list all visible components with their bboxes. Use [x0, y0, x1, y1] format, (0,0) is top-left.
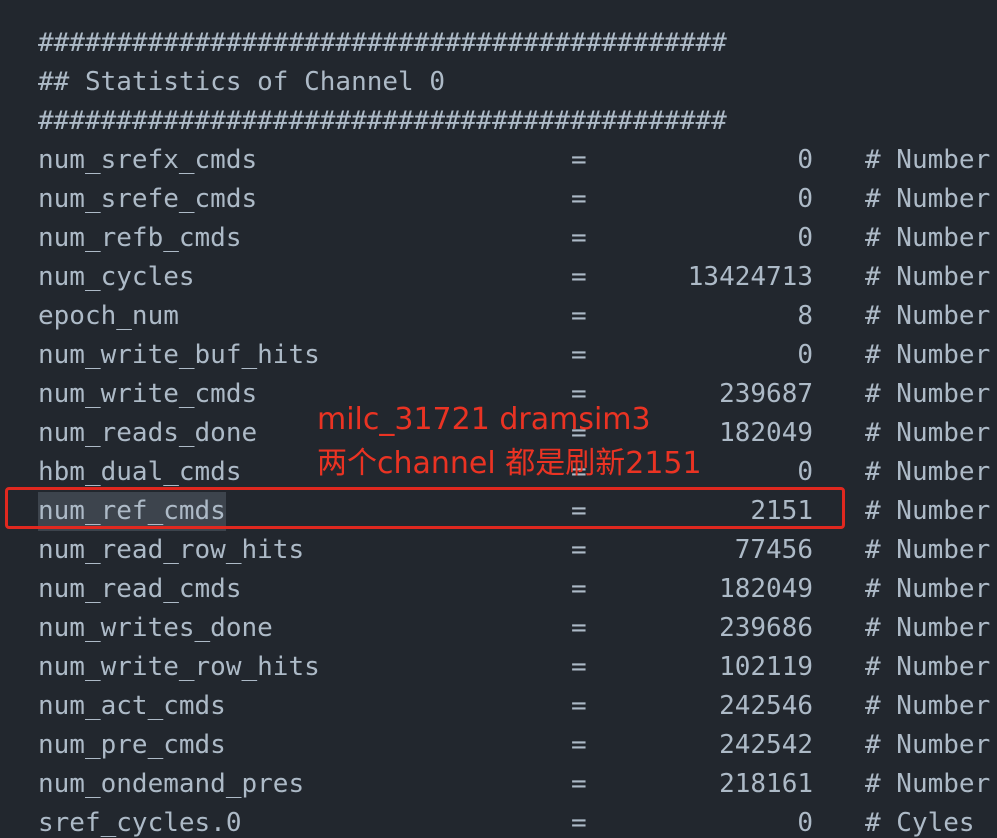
stat-comment: # Number [865, 613, 991, 643]
stat-value: 0 [797, 184, 813, 214]
stat-comment: # Number [865, 184, 991, 214]
stat-row: num_refb_cmds = 0 # Number [0, 219, 997, 258]
stat-row: num_srefx_cmds = 0 # Number [0, 141, 997, 180]
stat-equals: = [571, 613, 587, 643]
stat-equals: = [571, 145, 587, 175]
header-rule-bottom: ########################################… [38, 106, 727, 136]
stat-name: num_cycles [38, 262, 195, 292]
stat-value: 0 [797, 145, 813, 175]
stat-name: num_srefe_cmds [38, 184, 258, 214]
stat-comment: # Number [865, 769, 991, 799]
header-rule-top: ########################################… [38, 28, 727, 58]
stat-row: num_read_cmds = 182049 # Number [0, 570, 997, 609]
stat-name: sref_cycles.0 [38, 808, 242, 838]
stat-equals: = [571, 808, 587, 838]
stat-value: 239687 [719, 379, 813, 409]
stat-equals: = [571, 691, 587, 721]
stat-name: num_refb_cmds [38, 223, 242, 253]
stat-comment: # Number [865, 340, 991, 370]
stat-comment: # Number [865, 379, 991, 409]
stat-name: num_srefx_cmds [38, 145, 258, 175]
stat-value: 8 [797, 301, 813, 331]
stat-comment: # Number [865, 301, 991, 331]
stat-comment: # Number [865, 262, 991, 292]
stat-comment: # Number [865, 496, 991, 526]
stat-value: 13424713 [687, 262, 813, 292]
stat-row: num_writes_done = 239686 # Number [0, 609, 997, 648]
stat-value: 218161 [719, 769, 813, 799]
stat-value: 102119 [719, 652, 813, 682]
stat-comment: # Number [865, 145, 991, 175]
stat-name: num_write_buf_hits [38, 340, 320, 370]
stat-name: num_writes_done [38, 613, 273, 643]
stat-row: num_cycles = 13424713 # Number [0, 258, 997, 297]
stat-name: num_pre_cmds [38, 730, 226, 760]
stat-equals: = [571, 184, 587, 214]
stat-equals: = [571, 769, 587, 799]
stat-name: num_write_cmds [38, 379, 258, 409]
stat-value: 182049 [719, 574, 813, 604]
annotation-line-1: milc_31721 dramsim3 [317, 402, 651, 437]
terminal-output: ########################################… [0, 0, 997, 838]
stat-row: num_ref_cmds = 2151 # Number [0, 492, 997, 531]
annotation-line-2: 两个channel 都是刷新2151 [317, 446, 702, 481]
header-title: ## Statistics of Channel 0 [38, 67, 445, 97]
stat-name: num_read_row_hits [38, 535, 305, 565]
stat-row: num_read_row_hits = 77456 # Number [0, 531, 997, 570]
stat-equals: = [571, 535, 587, 565]
stat-comment: # Number [865, 652, 991, 682]
stat-comment: # Number [865, 691, 991, 721]
stat-name: num_reads_done [38, 418, 258, 448]
stat-value: 77456 [734, 535, 813, 565]
stat-equals: = [571, 652, 587, 682]
stat-equals: = [571, 262, 587, 292]
stat-value: 2151 [750, 496, 813, 526]
stat-row: num_ondemand_pres = 218161 # Number [0, 765, 997, 804]
stat-equals: = [571, 496, 587, 526]
stat-row: num_write_row_hits = 102119 # Number [0, 648, 997, 687]
stat-name: num_ondemand_pres [38, 769, 305, 799]
stat-comment: # Number [865, 535, 991, 565]
stat-value: 0 [797, 223, 813, 253]
stat-value: 239686 [719, 613, 813, 643]
stat-value: 182049 [719, 418, 813, 448]
stat-comment: # Cyles [865, 808, 975, 838]
stat-value: 242546 [719, 691, 813, 721]
stat-equals: = [571, 301, 587, 331]
stat-equals: = [571, 223, 587, 253]
stat-comment: # Number [865, 223, 991, 253]
stat-comment: # Number [865, 457, 991, 487]
stat-value: 0 [797, 340, 813, 370]
stat-value: 0 [797, 457, 813, 487]
stat-name: num_act_cmds [38, 691, 226, 721]
stat-row: num_act_cmds = 242546 # Number [0, 687, 997, 726]
stat-row: num_srefe_cmds = 0 # Number [0, 180, 997, 219]
stat-name: hbm_dual_cmds [38, 457, 242, 487]
stat-row: num_pre_cmds = 242542 # Number [0, 726, 997, 765]
stat-row: num_write_buf_hits = 0 # Number [0, 336, 997, 375]
stat-comment: # Number [865, 730, 991, 760]
stat-equals: = [571, 574, 587, 604]
stat-value: 242542 [719, 730, 813, 760]
stat-row: epoch_num = 8 # Number [0, 297, 997, 336]
stat-value: 0 [797, 808, 813, 838]
stat-name: epoch_num [38, 301, 179, 331]
stat-equals: = [571, 340, 587, 370]
stat-name: num_write_row_hits [38, 652, 320, 682]
stat-name: num_read_cmds [38, 574, 242, 604]
stat-name: num_ref_cmds [38, 492, 226, 531]
stat-comment: # Number [865, 418, 991, 448]
stat-comment: # Number [865, 574, 991, 604]
stat-row: sref_cycles.0 = 0 # Cyles [0, 804, 997, 838]
stat-equals: = [571, 730, 587, 760]
